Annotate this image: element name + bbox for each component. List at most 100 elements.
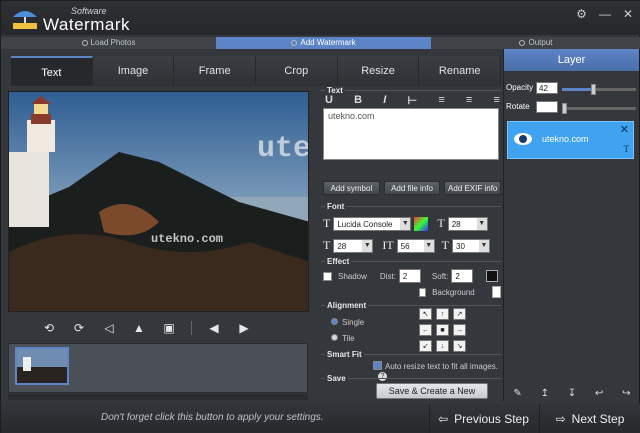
app-window: Software Watermark ⚙ — ✕ Load Photos Add…	[0, 0, 640, 433]
step-progress: Load Photos Add Watermark Output	[1, 37, 640, 49]
step-output[interactable]: Output	[431, 37, 640, 49]
step-add-watermark[interactable]: Add Watermark	[216, 37, 431, 49]
image-toolbar: ⟲ ⟳ ◁ ▲ ▣ ◀ ▶	[41, 319, 281, 337]
strikethrough-icon[interactable]: ⊢	[408, 94, 418, 107]
export-layer-icon[interactable]: ↪	[622, 388, 630, 399]
fit-screen-icon[interactable]: ▣	[161, 320, 177, 336]
align-left-icon[interactable]: ←	[419, 324, 432, 336]
toolbar-divider	[191, 321, 192, 335]
help-icon[interactable]: ?	[378, 372, 387, 381]
char-width-select[interactable]: 30 ▼	[452, 238, 491, 253]
alignment-grid: ↖ ↑ ↗ ← ■ → ↙ ↓ ↘	[419, 308, 466, 352]
tab-bar: Text Image Frame Crop Resize Rename	[11, 56, 502, 86]
move-up-icon[interactable]: ↥	[541, 388, 549, 399]
shadow-checkbox[interactable]	[323, 271, 332, 281]
layer-panel-title: Layer	[504, 49, 639, 71]
align-center-icon[interactable]: ≡	[466, 94, 472, 107]
line-height-select[interactable]: 28 ▼	[333, 238, 374, 253]
section-smartfit-label: Smart Fit	[325, 350, 364, 359]
align-bottom-right-icon[interactable]: ↘	[453, 340, 466, 352]
bold-icon[interactable]: B	[354, 94, 362, 107]
soft-spinner[interactable]: 2	[451, 269, 474, 283]
tile-radio[interactable]: Tile	[331, 334, 355, 343]
section-font-label: Font	[325, 202, 347, 211]
new-layer-icon[interactable]: ✎	[513, 388, 521, 399]
align-center-icon[interactable]: ■	[436, 324, 449, 336]
color-picker-icon[interactable]	[414, 216, 429, 231]
text-layer-type-icon: T	[623, 144, 630, 154]
next-image-icon[interactable]: ▶	[236, 320, 252, 336]
opacity-slider[interactable]	[562, 84, 636, 95]
photo-preview[interactable]: utekno.com utekno.com	[8, 91, 309, 312]
opacity-spinner[interactable]: 42	[536, 82, 558, 94]
close-icon[interactable]: ✕	[623, 7, 633, 21]
rotate-slider[interactable]	[562, 103, 636, 114]
tab-rename[interactable]: Rename	[419, 56, 502, 86]
import-layer-icon[interactable]: ↩	[595, 388, 603, 399]
eye-visibility-icon[interactable]	[513, 132, 533, 146]
tab-image[interactable]: Image	[92, 56, 175, 86]
footer-hint: Don't forget click this button to apply …	[101, 412, 324, 423]
soft-label: Soft:	[431, 271, 449, 281]
layer-panel: Layer Opacity 42 Rotate utekno.com ✕ T ✎…	[503, 49, 639, 401]
align-right-icon[interactable]: ≡	[494, 94, 500, 107]
thumbnail-scrollbar[interactable]	[8, 394, 308, 400]
align-left-icon[interactable]: ≡	[438, 94, 444, 107]
watermark-overlay-large[interactable]: utekno.com	[257, 132, 308, 166]
brand-title: Watermark	[43, 15, 130, 34]
font-size-select[interactable]: 28 ▼	[447, 216, 488, 231]
settings-icon[interactable]: ⚙	[576, 7, 587, 21]
save-create-layer-button[interactable]: Save & Create a New Layer	[376, 383, 488, 411]
background-label: Background	[432, 287, 475, 297]
align-bottom-left-icon[interactable]: ↙	[419, 340, 432, 352]
footer-bar: Don't forget click this button to apply …	[1, 404, 640, 433]
background-color-swatch[interactable]	[491, 286, 501, 298]
rotate-left-icon[interactable]: ⟲	[41, 320, 57, 336]
arrow-left-icon: ⇦	[438, 412, 449, 426]
step-load-photos[interactable]: Load Photos	[1, 37, 216, 49]
layer-toolbar: ✎ ↥ ↧ ↩ ↪	[504, 385, 640, 401]
add-file-info-button[interactable]: Add file info	[383, 181, 441, 195]
align-top-icon[interactable]: ↑	[436, 308, 449, 320]
underline-icon[interactable]: U	[325, 94, 333, 107]
align-top-left-icon[interactable]: ↖	[419, 308, 432, 320]
lighthouse-photo	[9, 92, 308, 311]
italic-icon[interactable]: I	[383, 94, 386, 107]
single-radio[interactable]: Single	[331, 318, 364, 327]
section-save-label: Save	[325, 374, 348, 383]
tab-crop[interactable]: Crop	[256, 56, 338, 86]
background-checkbox[interactable]	[419, 287, 427, 297]
thumbnail-strip	[8, 343, 308, 393]
align-bottom-icon[interactable]: ↓	[436, 340, 449, 352]
previous-step-button[interactable]: ⇦ Previous Step	[429, 404, 537, 433]
char-width-icon: T	[441, 238, 450, 252]
opacity-label: Opacity	[506, 83, 534, 92]
format-toolbar: U B I ⊢ ≡ ≡ ≡	[325, 94, 500, 107]
text-settings-panel: Text U B I ⊢ ≡ ≡ ≡ utekno.com Add symbol…	[321, 86, 502, 411]
add-symbol-button[interactable]: Add symbol	[323, 181, 380, 195]
char-spacing-icon: IT	[382, 238, 394, 252]
rotate-spinner[interactable]	[536, 101, 558, 113]
next-step-button[interactable]: ⇨ Next Step	[539, 404, 640, 433]
arrow-right-icon: ⇨	[555, 412, 566, 426]
tab-text[interactable]: Text	[11, 56, 93, 86]
shadow-color-swatch[interactable]	[486, 270, 499, 282]
align-top-right-icon[interactable]: ↗	[453, 308, 466, 320]
font-family-select[interactable]: Lucida Console ▼	[333, 216, 412, 231]
rotate-right-icon[interactable]: ⟳	[71, 320, 87, 336]
align-right-icon[interactable]: →	[453, 324, 466, 336]
delete-layer-icon[interactable]: ✕	[620, 123, 629, 136]
add-exif-info-button[interactable]: Add EXIF info	[444, 181, 502, 195]
watermark-text-input[interactable]: utekno.com	[323, 108, 499, 160]
thumbnail-lighthouse[interactable]	[15, 347, 69, 385]
char-spacing-select[interactable]: 56 ▼	[396, 238, 435, 253]
tab-frame[interactable]: Frame	[174, 56, 257, 86]
minimize-icon[interactable]: —	[599, 7, 611, 21]
tab-resize[interactable]: Resize	[337, 56, 420, 86]
previous-image-icon[interactable]: ◀	[206, 320, 222, 336]
flip-horizontal-icon[interactable]: ◁	[101, 320, 117, 336]
mirror-icon[interactable]: ▲	[131, 320, 147, 336]
dist-spinner[interactable]: 2	[398, 269, 421, 283]
move-down-icon[interactable]: ↧	[568, 388, 576, 399]
layer-item[interactable]: utekno.com ✕ T	[507, 121, 634, 159]
